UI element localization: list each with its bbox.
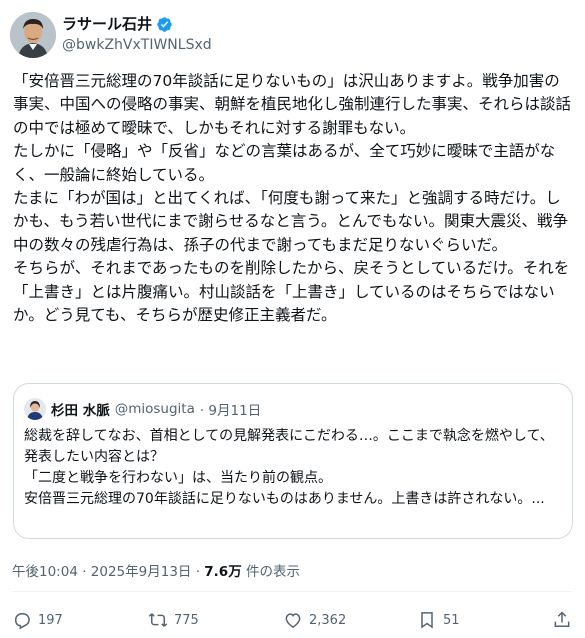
quoted-line: 総裁を辞してなお、首相としての見解発表にこだわる…。ここまで執念を燃やして、発表… <box>24 428 554 465</box>
quoted-date[interactable]: · 9月11日 <box>200 399 261 419</box>
reply-button[interactable]: 197 <box>12 610 63 630</box>
share-button[interactable] <box>552 610 572 630</box>
repost-count: 775 <box>174 612 199 628</box>
like-count: 2,362 <box>309 612 347 628</box>
avatar-portrait <box>10 12 56 58</box>
divider <box>12 591 572 592</box>
post-meta: 午後10:04 · 2025年9月13日 · 7.6万 件の表示 <box>12 560 300 580</box>
bookmark-icon <box>421 612 433 629</box>
avatar[interactable] <box>10 12 56 58</box>
post-paragraph: 「安倍晋三元総理の70年談話に足りないもの」は沢山ありますよ。戦争加害の事実、中… <box>13 72 572 137</box>
quoted-avatar <box>24 398 46 420</box>
views-label: 件の表示 <box>241 564 300 580</box>
display-name[interactable]: ラサール石井 <box>62 15 152 34</box>
views-count: 7.6万 <box>204 564 242 580</box>
heart-icon <box>285 613 301 628</box>
post-paragraph: たまに「わが国は」と出てくれば、「何度も謝って来た」と強調する時だけ。しかも、も… <box>13 189 569 254</box>
quoted-handle[interactable]: @miosugita <box>115 401 195 417</box>
quoted-text: 総裁を辞してなお、首相としての見解発表にこだわる…。ここまで執念を燃やして、発表… <box>24 426 562 510</box>
repost-icon <box>148 613 168 627</box>
post-header: ラサール石井 @bwkZhVxTIWNLSxd <box>10 12 570 60</box>
quoted-display-name[interactable]: 杉田 水脈 <box>51 399 110 419</box>
user-handle[interactable]: @bwkZhVxTIWNLSxd <box>62 37 212 54</box>
post-paragraph: そちらが、それまであったものを削除したから、戻そうとしているだけ。それを「上書き… <box>13 259 570 325</box>
share-icon <box>554 611 570 627</box>
bookmark-count: 51 <box>443 612 460 628</box>
post-paragraph: たしかに「侵略」や「反省」などの言葉はあるが、全て巧妙に曖昧で主語がなく、一般論… <box>13 142 556 184</box>
repost-button[interactable]: 775 <box>148 610 199 630</box>
like-button[interactable]: 2,362 <box>283 610 346 630</box>
action-bar: 197 775 2,362 51 <box>12 608 572 632</box>
post-timestamp[interactable]: 午後10:04 · 2025年9月13日 · <box>12 564 204 580</box>
quoted-post[interactable]: 杉田 水脈 @miosugita · 9月11日 総裁を辞してなお、首相としての… <box>13 383 573 539</box>
post-text: 「安倍晋三元総理の70年談話に足りないもの」は沢山ありますよ。戦争加害の事実、中… <box>13 70 573 327</box>
reply-count: 197 <box>38 612 63 628</box>
bookmark-button[interactable]: 51 <box>417 610 460 630</box>
verified-badge-icon <box>156 16 173 33</box>
quoted-line: 安倍晋三元総理の70年談話に足りないものはありません。上書きは許されない。... <box>24 491 545 507</box>
quoted-line: 「二度と戦争を行わない」は、当たり前の観点。 <box>24 470 332 486</box>
reply-icon <box>15 613 30 630</box>
